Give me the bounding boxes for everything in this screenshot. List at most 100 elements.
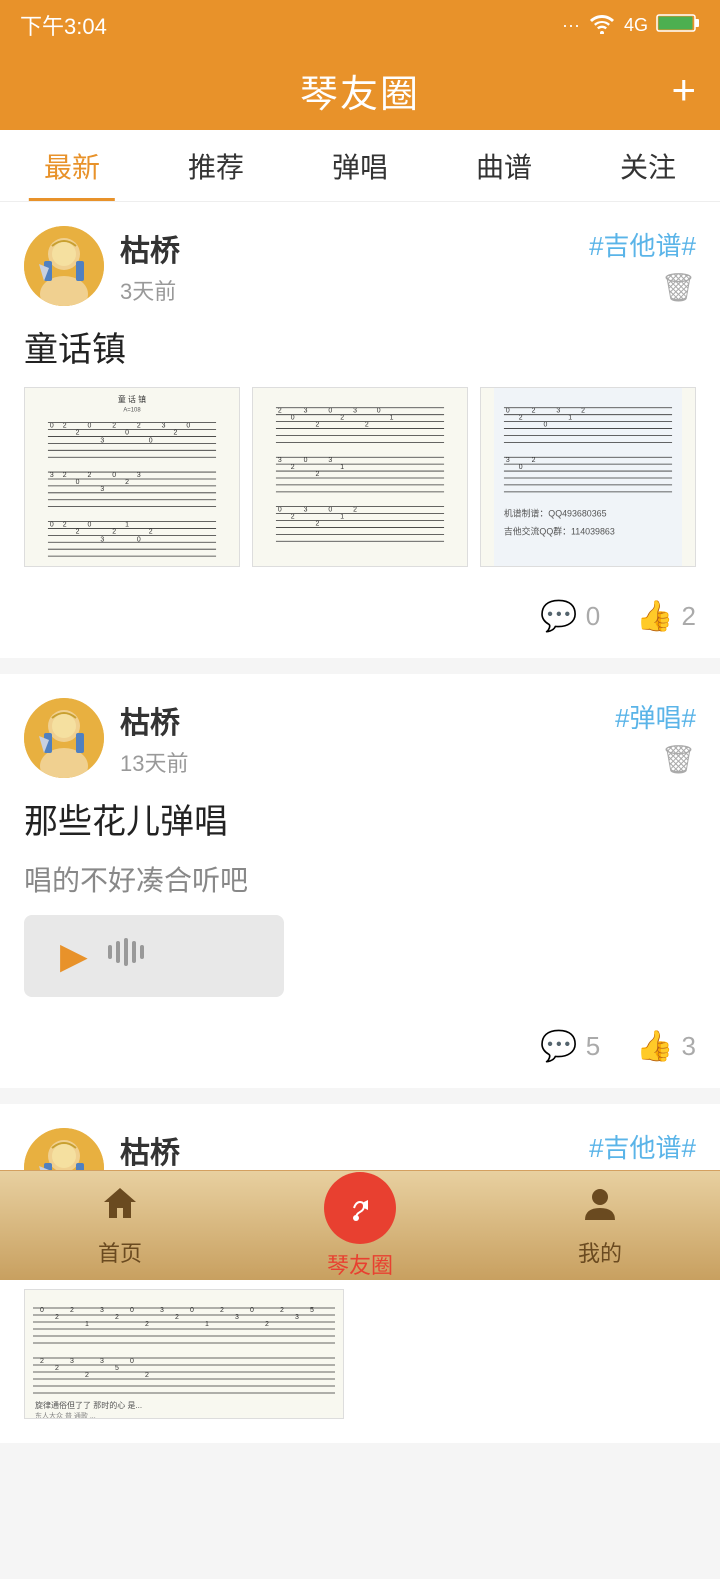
nav-mine[interactable]: 我的 [480,1184,720,1268]
svg-text:2: 2 [581,408,585,415]
svg-text:2: 2 [519,415,523,422]
svg-text:3: 3 [137,472,141,479]
svg-text:3: 3 [100,536,104,543]
svg-text:2: 2 [76,528,80,535]
sheet-img-2[interactable]: 2 0 3 2 0 2 3 2 0 1 [252,387,468,567]
svg-text:3: 3 [304,507,308,514]
svg-text:0: 0 [88,521,92,528]
signal-dots-icon: ··· [562,15,580,36]
svg-text:0: 0 [377,408,381,415]
svg-text:3: 3 [235,1314,239,1321]
svg-text:0: 0 [328,507,332,514]
svg-text:0: 0 [186,423,190,430]
svg-text:旋律通俗但了了 那时的心 是...: 旋律通俗但了了 那时的心 是... [35,1400,142,1410]
like-icon-2: 👍 [636,1029,673,1064]
svg-text:童 话 镇: 童 话 镇 [118,394,146,404]
svg-text:1: 1 [390,415,394,422]
user-icon [581,1184,619,1232]
sheet-img-3[interactable]: 0 2 2 0 3 1 2 3 0 [480,387,696,567]
svg-text:2: 2 [55,1365,59,1372]
svg-text:2: 2 [353,507,357,514]
post-1-tag[interactable]: #吉他谱# [589,226,696,263]
tab-play[interactable]: 弹唱 [288,130,432,201]
avatar-2[interactable] [24,698,104,778]
comment-icon: 💬 [540,599,577,634]
post-1-title: 童话镇 [24,322,696,371]
post-1-likes[interactable]: 👍 2 [636,599,696,634]
post-1-time: 3天前 [120,274,589,306]
post-2-subtitle: 唱的不好凑合听吧 [24,859,696,899]
svg-text:2: 2 [85,1372,89,1379]
svg-text:1: 1 [205,1321,209,1328]
svg-text:5: 5 [310,1307,314,1314]
add-button[interactable]: + [671,66,696,114]
tab-recommend[interactable]: 推荐 [144,130,288,201]
svg-text:0: 0 [519,464,523,471]
svg-text:2: 2 [280,1307,284,1314]
svg-text:2: 2 [63,521,67,528]
svg-text:3: 3 [100,437,104,444]
svg-text:0: 0 [544,422,548,429]
svg-text:2: 2 [316,471,320,478]
nav-qinyouquan[interactable]: 琴友圈 [240,1172,480,1280]
nav-qinyouquan-label: 琴友圈 [327,1248,393,1280]
post-1-meta: 枯桥 3天前 [120,226,589,306]
svg-text:0: 0 [40,1307,44,1314]
svg-text:2: 2 [175,1314,179,1321]
tab-latest[interactable]: 最新 [0,130,144,201]
svg-text:2: 2 [88,472,92,479]
battery-icon [656,12,700,39]
tab-follow[interactable]: 关注 [576,130,720,201]
svg-text:3: 3 [328,457,332,464]
qinyouquan-icon[interactable] [324,1172,396,1244]
svg-text:0: 0 [125,429,129,436]
bottom-nav: 首页 琴友圈 我的 [0,1170,720,1280]
svg-text:1: 1 [340,514,344,521]
post-2-delete-icon[interactable]: 🗑 [660,743,696,776]
svg-text:1: 1 [125,521,129,528]
tab-score[interactable]: 曲谱 [432,130,576,201]
nav-home[interactable]: 首页 [0,1184,240,1268]
svg-text:2: 2 [115,1314,119,1321]
post-3-username: 枯桥 [120,1128,589,1172]
svg-text:2: 2 [265,1321,269,1328]
svg-text:2: 2 [63,472,67,479]
post-1-footer: 💬 0 👍 2 [24,587,696,634]
post-2-tag[interactable]: #弹唱# [615,698,696,735]
post-3-tag[interactable]: #吉他谱# [589,1128,696,1165]
svg-text:0: 0 [506,408,510,415]
svg-text:3: 3 [100,1307,104,1314]
post-1: 枯桥 3天前 #吉他谱# 🗑 童话镇 童 话 镇 A=108 [0,202,720,658]
play-button[interactable]: ▶ [60,935,88,977]
svg-text:3: 3 [162,423,166,430]
post-2-comments[interactable]: 💬 5 [540,1029,600,1064]
svg-text:0: 0 [149,437,153,444]
svg-text:3: 3 [295,1314,299,1321]
post-1-header: 枯桥 3天前 #吉他谱# 🗑 [24,226,696,306]
svg-text:2: 2 [291,464,295,471]
svg-text:1: 1 [85,1321,89,1328]
svg-text:2: 2 [291,514,295,521]
svg-text:0: 0 [278,507,282,514]
post-2-time: 13天前 [120,746,615,778]
svg-text:2: 2 [340,415,344,422]
svg-text:3: 3 [556,408,560,415]
svg-text:2: 2 [145,1321,149,1328]
svg-text:1: 1 [340,464,344,471]
status-time: 下午3:04 [20,9,107,41]
sheet-img-1[interactable]: 童 话 镇 A=108 0 2 2 0 3 [24,387,240,567]
svg-text:0: 0 [88,423,92,430]
post-2-header: 枯桥 13天前 #弹唱# 🗑 [24,698,696,778]
post-1-delete-icon[interactable]: 🗑 [660,271,696,304]
svg-text:1: 1 [568,415,572,422]
post-1-comments[interactable]: 💬 0 [540,599,600,634]
svg-text:2: 2 [174,429,178,436]
post-2-footer: 💬 5 👍 3 [24,1017,696,1064]
svg-text:0: 0 [50,521,54,528]
post-2-likes[interactable]: 👍 3 [636,1029,696,1064]
avatar-1[interactable] [24,226,104,306]
svg-text:3: 3 [304,408,308,415]
post-3-sheet[interactable]: 0 2 2 1 3 2 0 2 3 2 0 1 2 3 0 2 2 3 5 [24,1289,344,1419]
header-title: 琴友圈 [300,63,420,118]
audio-player[interactable]: ▶ [24,915,284,997]
